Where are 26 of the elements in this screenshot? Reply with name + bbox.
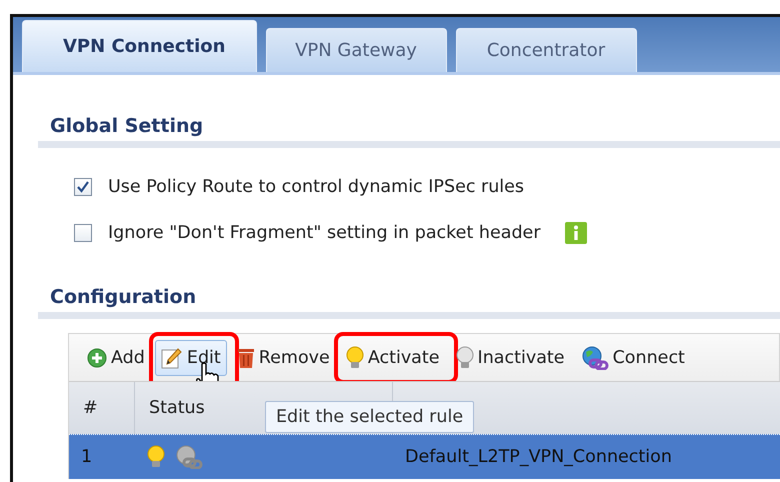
connect-button[interactable]: Connect <box>574 340 691 376</box>
lightbulb-icon <box>456 346 474 370</box>
section-title: Configuration <box>49 285 198 310</box>
edit-button[interactable]: Edit <box>154 340 227 376</box>
info-icon[interactable] <box>564 222 587 244</box>
lightbulb-icon <box>346 346 364 370</box>
add-button[interactable]: Add <box>81 340 151 376</box>
trash-icon <box>236 346 255 368</box>
table-cell-text: 1 <box>80 447 94 467</box>
tab[interactable]: VPN Connection <box>22 20 256 72</box>
checkbox[interactable] <box>74 224 92 242</box>
add-icon <box>87 348 107 368</box>
checkbox-label: Ignore "Don't Fragment" setting in packet header <box>108 223 541 243</box>
globe-link-icon <box>580 346 609 370</box>
tooltip: Edit the selected rule <box>265 401 474 433</box>
table-row[interactable]: 1 Default_L2TP_VPN_Connection <box>69 434 780 479</box>
section-title: Global Setting <box>49 114 204 139</box>
checkbox[interactable] <box>74 178 92 196</box>
checkbox-label: Use Policy Route to control dynamic IPSec rules <box>108 177 524 197</box>
pencil-icon <box>160 346 183 368</box>
tab[interactable]: VPN Gateway <box>266 28 446 72</box>
activate-button[interactable]: Activate <box>340 340 446 376</box>
tab[interactable]: Concentrator <box>456 28 636 72</box>
table-cell-text: Default_L2TP_VPN_Connection <box>404 447 673 467</box>
inactivate-button[interactable]: Inactivate <box>450 340 571 376</box>
remove-button[interactable]: Remove <box>230 340 336 376</box>
